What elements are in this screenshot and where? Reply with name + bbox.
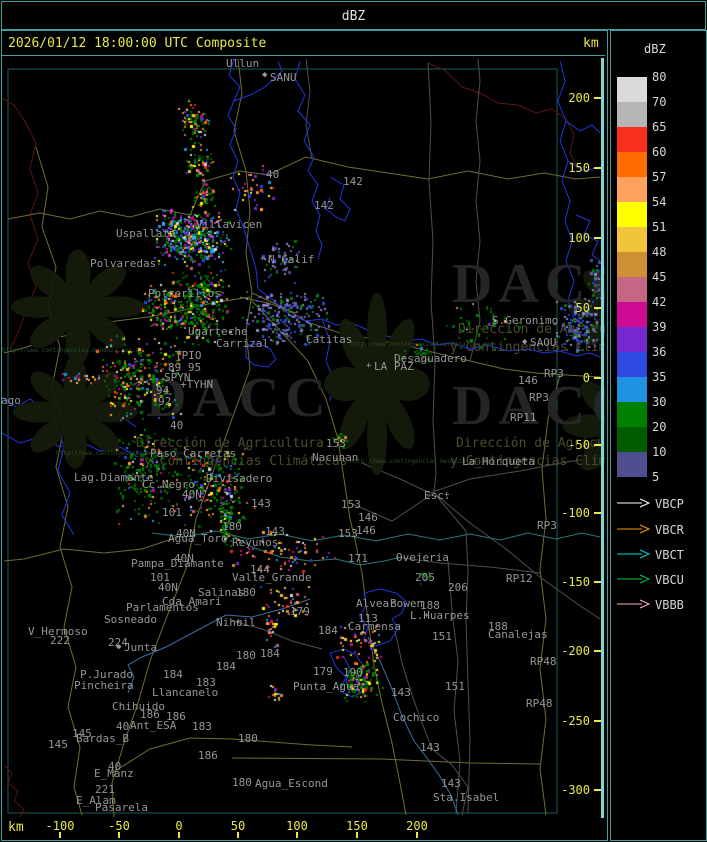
colorbar-swatch bbox=[617, 102, 647, 127]
colorbar-value: 30 bbox=[652, 395, 667, 409]
colorbar-swatch bbox=[617, 77, 647, 102]
colorbar-value: 20 bbox=[652, 420, 667, 434]
colorbar-value: 42 bbox=[652, 295, 667, 309]
x-tick bbox=[356, 832, 358, 838]
x-tick-label: -50 bbox=[108, 819, 130, 833]
colorbar-value: 5 bbox=[652, 470, 660, 484]
legend-label: VBBB bbox=[655, 598, 684, 612]
x-tick-label: 200 bbox=[406, 819, 428, 833]
colorbar-value: 65 bbox=[652, 120, 667, 134]
colorbar-swatch bbox=[617, 252, 647, 277]
x-tick bbox=[59, 832, 61, 838]
arrow-icon bbox=[617, 524, 651, 534]
x-tick-label: 0 bbox=[175, 819, 183, 833]
colorbar-value: 10 bbox=[652, 445, 667, 459]
colorbar-value: 54 bbox=[652, 195, 667, 209]
legend-label: VBCP bbox=[655, 497, 684, 511]
x-tick-label: -100 bbox=[45, 819, 75, 833]
colorbar-swatch bbox=[617, 177, 647, 202]
x-tick bbox=[416, 832, 418, 838]
colorbar-swatch bbox=[617, 427, 647, 452]
colorbar-swatch bbox=[617, 327, 647, 352]
colorbar-value: 39 bbox=[652, 320, 667, 334]
colorbar-swatch bbox=[617, 377, 647, 402]
colorbar-value: 51 bbox=[652, 220, 667, 234]
colorbar-swatch bbox=[617, 227, 647, 252]
x-tick-label: 50 bbox=[230, 819, 246, 833]
colorbar-swatch bbox=[617, 402, 647, 427]
colorbar-swatch bbox=[617, 302, 647, 327]
x-tick bbox=[296, 832, 298, 838]
colorbar-swatch bbox=[617, 277, 647, 302]
arrow-icon bbox=[617, 574, 651, 584]
arrow-icon bbox=[617, 549, 651, 559]
colorbar-title: dBZ bbox=[644, 42, 666, 56]
x-tick bbox=[178, 832, 180, 838]
x-tick bbox=[237, 832, 239, 838]
colorbar-value: 36 bbox=[652, 345, 667, 359]
colorbar-swatch bbox=[617, 127, 647, 152]
colorbar-swatch bbox=[617, 452, 647, 477]
x-axis: -100 -50 0 50 100 150 200 bbox=[0, 0, 707, 842]
colorbar-swatch bbox=[617, 152, 647, 177]
legend-label: VBCR bbox=[655, 523, 684, 537]
colorbar-value: 57 bbox=[652, 170, 667, 184]
legend-label: VBCU bbox=[655, 573, 684, 587]
radar-app: { "title": {"text": "dBZ"}, "header": {"… bbox=[0, 0, 707, 842]
colorbar-swatch bbox=[617, 352, 647, 377]
colorbar-value: 45 bbox=[652, 270, 667, 284]
colorbar-value: 80 bbox=[652, 70, 667, 84]
x-tick bbox=[118, 832, 120, 838]
colorbar-value: 35 bbox=[652, 370, 667, 384]
colorbar-swatch bbox=[617, 202, 647, 227]
colorbar-value: 70 bbox=[652, 95, 667, 109]
legend-label: VBCT bbox=[655, 548, 684, 562]
x-tick-label: 150 bbox=[346, 819, 368, 833]
colorbar-value: 60 bbox=[652, 145, 667, 159]
arrow-icon bbox=[617, 599, 651, 609]
arrow-icon bbox=[617, 498, 651, 508]
x-tick-label: 100 bbox=[286, 819, 308, 833]
colorbar-value: 48 bbox=[652, 245, 667, 259]
